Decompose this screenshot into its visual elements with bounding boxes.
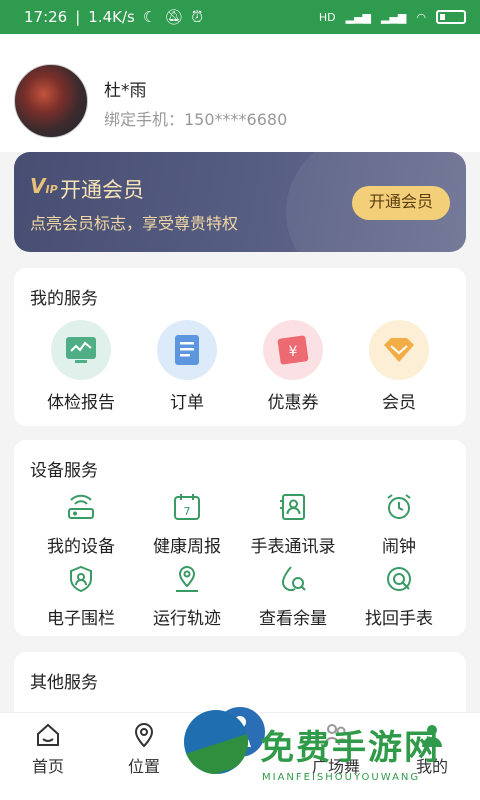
status-divider: |	[75, 8, 81, 26]
device-item-find-watch[interactable]: 找回手表	[344, 562, 454, 629]
service-label: 会员	[382, 393, 416, 413]
status-bar: 17:26 | 1.4K/s ☾ 🔕︎ ⏰︎ HD ▂▄▆ ▂▄▆ ◠	[0, 0, 480, 34]
battery-icon	[436, 10, 466, 24]
status-speed: 1.4K/s	[88, 8, 135, 26]
device-label: 闹钟	[382, 537, 416, 557]
svg-text:¥: ¥	[289, 344, 298, 360]
shield-user-icon	[64, 562, 98, 596]
location-icon	[130, 721, 158, 749]
order-icon	[157, 320, 217, 380]
find-watch-icon	[382, 562, 416, 596]
avatar[interactable]	[14, 64, 88, 138]
service-label: 体检报告	[47, 393, 115, 413]
signal-icon-2: ▂▄▆	[381, 10, 407, 24]
tab-label: 首页	[31, 757, 64, 776]
status-time: 17:26	[24, 8, 68, 26]
dance-icon	[322, 721, 350, 749]
device-label: 我的设备	[47, 537, 115, 557]
vip-subtitle: 点亮会员标志，享受尊贵特权	[30, 214, 239, 233]
device-item-track[interactable]: 运行轨迹	[132, 562, 242, 629]
contacts-icon	[276, 490, 310, 524]
tab-mine[interactable]: 我的	[384, 721, 480, 777]
moon-icon: ☾	[142, 8, 157, 26]
device-item-health-weekly[interactable]: 7 健康周报	[132, 490, 242, 557]
vip-title: 开通会员	[60, 178, 144, 202]
service-coupon[interactable]: ¥ 优惠券	[238, 320, 348, 413]
calendar-icon: 7	[170, 490, 204, 524]
health-report-icon	[51, 320, 111, 380]
location-track-icon	[170, 562, 204, 596]
device-label: 查看余量	[259, 609, 327, 629]
user-phone: 绑定手机：150****6680	[104, 110, 288, 129]
tab-dance[interactable]: 广场舞	[288, 721, 384, 777]
center-action-button[interactable]	[212, 704, 268, 760]
service-label: 订单	[170, 393, 204, 413]
tab-label: 我的	[415, 757, 448, 776]
alarm-icon: ⏰︎	[191, 8, 204, 26]
device-label: 健康周报	[153, 537, 221, 557]
device-item-geofence[interactable]: 电子围栏	[26, 562, 136, 629]
device-item-alarm[interactable]: 闹钟	[344, 490, 454, 557]
device-label: 电子围栏	[47, 609, 115, 629]
tab-label: 位置	[127, 757, 160, 776]
vip-logo: VIP	[30, 174, 58, 198]
vip-card[interactable]: VIP 开通会员 点亮会员标志，享受尊贵特权 开通会员	[14, 152, 466, 252]
device-item-balance[interactable]: 查看余量	[238, 562, 348, 629]
service-label: 优惠券	[267, 393, 319, 413]
device-label: 手表通讯录	[250, 537, 336, 557]
balance-search-icon	[276, 562, 310, 596]
svg-text:7: 7	[184, 505, 191, 518]
bell-off-icon: 🔕︎	[164, 8, 184, 26]
service-health-report[interactable]: 体检报告	[26, 320, 136, 413]
service-order[interactable]: 订单	[132, 320, 242, 413]
profile-header: 杜*雨 绑定手机：150****6680	[0, 34, 480, 152]
router-icon	[64, 490, 98, 524]
device-item-watch-contacts[interactable]: 手表通讯录	[238, 490, 348, 557]
center-icon	[229, 716, 251, 747]
alarm-clock-icon	[382, 490, 416, 524]
service-member[interactable]: 会员	[344, 320, 454, 413]
user-name: 杜*雨	[104, 81, 147, 101]
tab-home[interactable]: 首页	[0, 721, 96, 777]
network-type: HD	[318, 10, 336, 24]
signal-icon: ▂▄▆	[345, 10, 371, 24]
coupon-icon: ¥	[263, 320, 323, 380]
tab-location[interactable]: 位置	[96, 721, 192, 777]
home-icon	[34, 721, 62, 749]
device-label: 运行轨迹	[153, 609, 221, 629]
my-services-card: 我的服务 体检报告 订单 ¥ 优惠券 会员	[14, 268, 466, 426]
device-services-title: 设备服务	[30, 461, 98, 481]
tab-label: 广场舞	[311, 757, 360, 776]
vip-open-button[interactable]: 开通会员	[352, 186, 450, 220]
device-label: 找回手表	[365, 609, 433, 629]
device-item-my-device[interactable]: 我的设备	[26, 490, 136, 557]
profile-icon	[418, 721, 446, 749]
wifi-icon: ◠	[416, 10, 426, 24]
device-services-card: 设备服务 我的设备 7 健康周报 手表通讯录 闹钟 电子围栏 运行轨迹 查看余量…	[14, 440, 466, 636]
other-services-title: 其他服务	[30, 673, 98, 693]
member-diamond-icon	[369, 320, 429, 380]
my-services-title: 我的服务	[30, 289, 98, 309]
